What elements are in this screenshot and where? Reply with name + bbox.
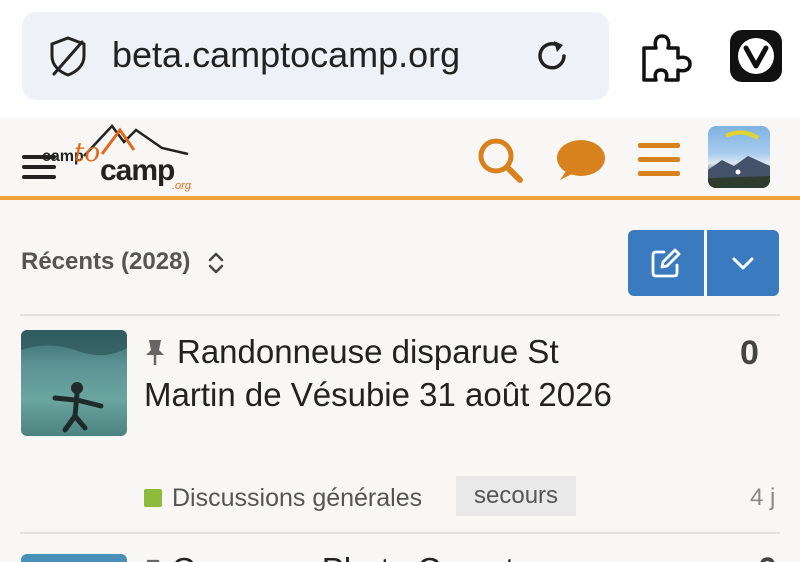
menu-icon[interactable] — [636, 140, 682, 180]
topic-title-link[interactable]: Randonneuse disparue St Martin de Vésubi… — [144, 330, 614, 416]
topic-options-dropdown[interactable] — [707, 230, 779, 296]
topic-age[interactable]: 4 j — [750, 484, 775, 512]
sort-selector[interactable]: Récents (2028) — [21, 248, 190, 276]
category-color-badge — [144, 489, 162, 507]
avatar[interactable] — [708, 126, 770, 188]
edit-icon — [651, 248, 681, 278]
logo-text-org: .org — [172, 180, 191, 192]
divider — [20, 314, 780, 316]
logo-text-to: to — [74, 138, 101, 168]
browser-toolbar: beta.camptocamp.org — [0, 0, 800, 118]
shield-off-icon[interactable] — [46, 34, 90, 78]
reply-count[interactable]: 0 — [740, 334, 759, 373]
reply-count[interactable]: 0 — [758, 550, 777, 562]
topic-title-link[interactable]: ▮ Concours Photo Camptocamp — [144, 550, 613, 562]
url-text[interactable]: beta.camptocamp.org — [112, 34, 512, 76]
puzzle-icon[interactable] — [638, 28, 694, 84]
site-header: camp to camp .org — [0, 118, 800, 200]
chevron-down-icon — [732, 257, 754, 270]
vivaldi-icon[interactable] — [728, 28, 784, 84]
reload-icon[interactable] — [532, 36, 572, 76]
logo-text-camp2: camp — [100, 154, 175, 187]
topic-thumbnail[interactable] — [21, 330, 127, 436]
divider — [20, 532, 780, 534]
search-icon[interactable] — [476, 136, 524, 184]
chevron-updown-icon[interactable] — [206, 250, 226, 276]
site-page: camp to camp .org Récents (2028) Randonn… — [0, 118, 800, 562]
category-link[interactable]: Discussions générales — [172, 484, 422, 513]
chat-icon[interactable] — [554, 136, 606, 184]
topic-title-text[interactable]: Concours Photo Camptocamp — [171, 551, 613, 562]
topic-thumbnail[interactable] — [21, 554, 127, 562]
new-topic-button[interactable] — [628, 230, 704, 296]
tag-badge[interactable]: secours — [456, 476, 577, 516]
